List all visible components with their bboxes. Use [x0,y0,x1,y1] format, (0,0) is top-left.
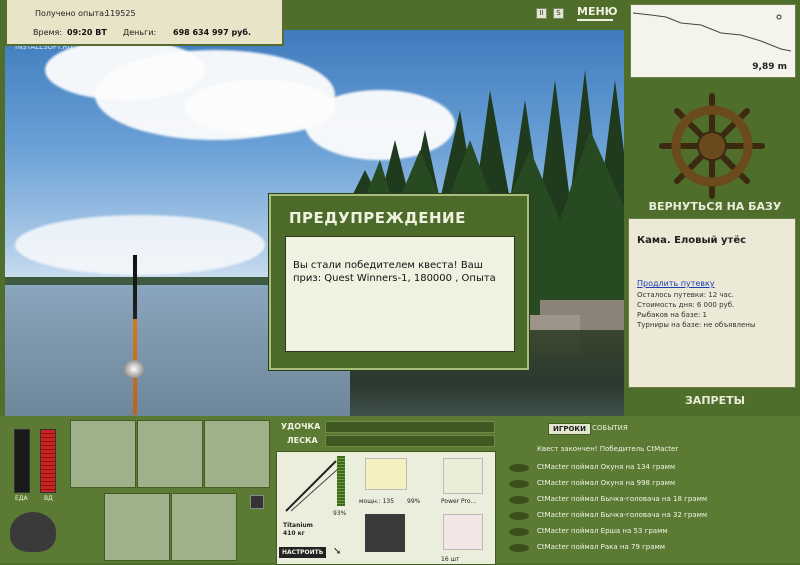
hook-count: 16 шт [441,556,460,563]
day-cost: Стоимость дня: 6 000 руб. [637,301,735,309]
reel-slot[interactable] [365,458,407,490]
depth-value: 9,89 m [752,62,787,72]
expand-arrow-icon[interactable]: ➘ [333,546,341,557]
fishing-rod[interactable] [133,255,137,415]
time-label: Время: [33,28,63,37]
dialog-message: Вы стали победителем квеста! Ваш приз: Q… [293,260,496,284]
return-to-base-button[interactable]: ВЕРНУТЬСЯ НА БАЗУ [640,200,790,213]
bait-bag-slot[interactable] [137,420,203,488]
event-item: CtMacter поймал Рака на 79 грамм [537,543,666,551]
menu-underline [577,19,613,21]
sound-button[interactable]: S [553,8,564,19]
line-strength-label: ЛЕСКА [287,436,318,445]
slot-toggle-button[interactable] [250,495,264,509]
adjust-button[interactable]: НАСТРОИТЬ [279,547,327,558]
fish-icon [509,512,529,520]
warning-dialog[interactable]: ПРЕДУПРЕЖДЕНИЕ Вы стали победителем квес… [269,194,529,370]
event-item: CtMacter поймал Окуня на 998 грамм [537,479,676,487]
food-gauge [14,429,30,493]
hook-bait-slot[interactable] [443,514,483,550]
fish-icon [509,480,529,488]
depth-graph: 9,89 m [630,4,796,78]
tackle-box-slot[interactable] [70,420,136,488]
experience-value: 119525 [105,9,136,18]
permit-remaining: Осталось путевки: 12 час. [637,291,734,299]
extend-permit-link[interactable]: Продлить путевку [637,279,715,288]
anglers-on-base: Рыбаков на базе: 1 [637,311,707,319]
tab-players[interactable]: ИГРОКИ [548,423,591,435]
line-name: Power Pro... [441,498,477,505]
player-info-panel: Получено опыта: 119525 Время: 09:20 ВТ Д… [5,0,284,46]
rod-condition-bar [337,456,345,506]
tournaments-status: Турниры на базе: не объявлены [637,321,756,329]
money-label: Деньги: [123,28,157,37]
experience-label: Получено опыта: [35,9,107,18]
tab-events[interactable]: СОБЫТИЯ [592,424,628,432]
money-value: 698 634 997 руб. [173,28,252,37]
cut-line-slot[interactable] [204,420,270,488]
time-value: 09:20 ВТ [67,28,107,37]
rod-name: Titanium [283,522,313,529]
reel-icon [124,360,144,378]
cauldron-icon[interactable] [10,512,56,552]
event-item: Квест закончен! Победитель CtMacter [537,445,679,453]
bucket-slot[interactable] [171,493,237,561]
rod-image[interactable] [281,456,341,516]
event-item: CtMacter поймал Окуня на 134 грамм [537,463,676,471]
vd-label: ВД [44,495,53,502]
fish-icon [509,528,529,536]
food-label: ЕДА [15,495,28,502]
bans-button[interactable]: ЗАПРЕТЫ [640,394,790,407]
dialog-title: ПРЕДУПРЕЖДЕНИЕ [289,209,466,227]
tackle-panel: 93% Titanium 410 кг НАСТРОИТЬ ➘ мощн.: 1… [276,451,496,565]
dialog-body: Вы стали победителем квеста! Ваш приз: Q… [285,236,515,352]
base-title: Кама. Еловый утёс [637,235,747,246]
vd-gauge [40,429,56,493]
rod-strength-label: УДОЧКА [281,422,321,431]
groundbait-basket-slot[interactable] [104,493,170,561]
event-item: CtMacter поймал Бычка-головача на 18 гра… [537,495,708,503]
event-item: CtMacter поймал Ерша на 53 грамм [537,527,668,535]
reel-power: мощн.: 135 [359,498,395,505]
base-info-card: Кама. Еловый утёс Продлить путевку Остал… [628,218,796,388]
float-marker-icon [776,14,782,20]
menu-button[interactable]: МЕНЮ [577,5,618,18]
ship-wheel-icon[interactable] [658,92,766,200]
rod-condition-pct: 93% [333,510,347,517]
float-slot[interactable] [365,514,405,552]
event-item: CtMacter поймал Бычка-головача на 32 гра… [537,511,708,519]
fish-icon [509,464,529,472]
line-strength-bar [325,435,495,447]
line-slot[interactable] [443,458,483,494]
cloud [15,215,265,275]
fish-icon [509,544,529,552]
fish-icon [509,496,529,504]
rod-strength-bar [325,421,495,433]
pause-button[interactable]: II [536,8,547,19]
reel-condition-pct: 99% [407,498,421,505]
rod-weight: 410 кг [283,530,305,537]
